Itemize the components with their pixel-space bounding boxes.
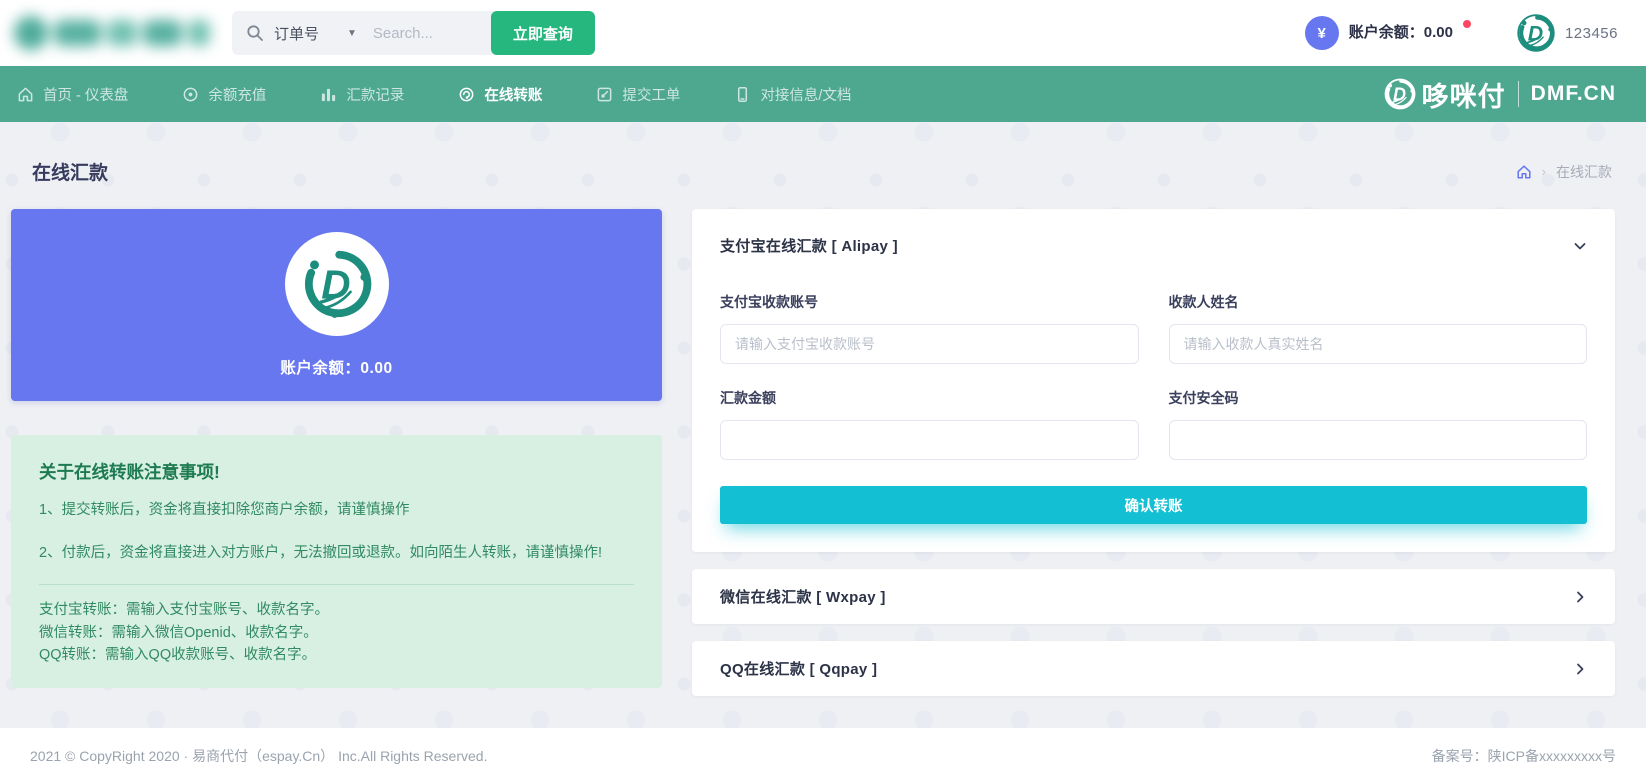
alipay-panel-title: 支付宝在线汇款 [ Alipay ] [720, 235, 898, 256]
ticket-edit-icon [596, 86, 613, 103]
brand-name-en: DMF.CN [1531, 82, 1616, 106]
brand-logo: 哆咪付 DMF.CN [1384, 66, 1616, 122]
notice-tip: 支付宝转账：需输入支付宝账号、收款名字。 [39, 599, 634, 621]
nav-item-dashboard[interactable]: 首页 - 仪表盘 [0, 66, 155, 122]
wxpay-panel-title: 微信在线汇款 [ Wxpay ] [720, 586, 886, 607]
brand-divider [1518, 81, 1519, 107]
qqpay-panel: QQ在线汇款 [ Qqpay ] [692, 641, 1615, 696]
notice-title: 关于在线转账注意事项! [39, 459, 634, 484]
chevron-down-icon: ▼ [347, 28, 357, 39]
site-logo-blurred[interactable] [14, 12, 210, 54]
qqpay-panel-title: QQ在线汇款 [ Qqpay ] [720, 658, 877, 679]
nav-item-recharge[interactable]: 余额充值 [155, 66, 293, 122]
qqpay-panel-header[interactable]: QQ在线汇款 [ Qqpay ] [692, 641, 1615, 696]
copyright-text: 2021 © CopyRight 2020 · 易商代付（espay.Cn） I… [30, 746, 487, 766]
chevron-right-icon[interactable] [1573, 590, 1587, 604]
icp-record-text: 备案号：陕ICP备xxxxxxxxx号 [1432, 746, 1616, 766]
user-menu[interactable]: 123456 [1517, 14, 1618, 52]
recharge-icon [182, 86, 199, 103]
username: 123456 [1565, 25, 1618, 42]
brand-name-cn: 哆咪付 [1422, 75, 1506, 114]
page-title: 在线汇款 [32, 158, 108, 185]
transfer-notice-card: 关于在线转账注意事项! 1、提交转账后，资金将直接扣除您商户余额，请谨慎操作 2… [11, 435, 662, 688]
nav-item-records[interactable]: 汇款记录 [293, 66, 431, 122]
docs-icon [734, 86, 751, 103]
notice-divider [39, 584, 634, 585]
notification-dot [1463, 20, 1471, 28]
balance-card: 账户余额：0.00 [11, 209, 662, 401]
breadcrumb: › 在线汇款 [1516, 162, 1612, 182]
records-chart-icon [320, 86, 337, 103]
amount-input[interactable] [720, 420, 1139, 460]
search-category-value: 订单号 [274, 23, 319, 44]
balance-card-logo [285, 232, 389, 336]
account-balance-menu[interactable]: ¥ 账户余额：0.00 [1305, 16, 1471, 50]
confirm-transfer-button[interactable]: 确认转账 [720, 486, 1587, 524]
chevron-right-icon[interactable] [1573, 662, 1587, 676]
notice-item: 1、提交转账后，资金将直接扣除您商户余额，请谨慎操作 [39, 500, 634, 521]
main-nav: 首页 - 仪表盘 余额充值 汇款记录 在线转账 提交工单 对接信息/文档 哆咪付… [0, 66, 1646, 122]
nav-item-docs[interactable]: 对接信息/文档 [707, 66, 878, 122]
field-label-security-code: 支付安全码 [1169, 388, 1588, 408]
brand-avatar-icon [1517, 14, 1555, 52]
order-search-bar: 订单号 ▼ 立即查询 [232, 11, 595, 55]
search-category-select[interactable]: 订单号 ▼ [274, 23, 373, 44]
field-label-account: 支付宝收款账号 [720, 292, 1139, 312]
balance-card-text: 账户余额：0.00 [280, 356, 392, 378]
chevron-down-icon[interactable] [1573, 239, 1587, 253]
top-header: 订单号 ▼ 立即查询 ¥ 账户余额：0.00 123456 [0, 0, 1646, 66]
query-now-button[interactable]: 立即查询 [491, 11, 595, 55]
search-input[interactable] [373, 25, 491, 42]
notice-item: 2、付款后，资金将直接进入对方账户，无法撤回或退款。如向陌生人转账，请谨慎操作! [39, 543, 634, 564]
header-balance-label: 账户余额：0.00 [1349, 16, 1453, 50]
breadcrumb-home-icon[interactable] [1516, 164, 1532, 180]
search-icon [246, 24, 264, 42]
nav-item-transfer[interactable]: 在线转账 [431, 66, 569, 122]
nav-item-ticket[interactable]: 提交工单 [569, 66, 707, 122]
alipay-panel: 支付宝在线汇款 [ Alipay ] 支付宝收款账号 收款人姓名 [692, 209, 1615, 552]
notice-tip: 微信转账：需输入微信Openid、收款名字。 [39, 622, 634, 644]
payee-name-input[interactable] [1169, 324, 1588, 364]
transfer-icon [458, 86, 475, 103]
security-code-input[interactable] [1169, 420, 1588, 460]
home-icon [17, 86, 34, 103]
header-balance-value: 0.00 [1424, 24, 1453, 41]
page-footer: 2021 © CopyRight 2020 · 易商代付（espay.Cn） I… [0, 728, 1646, 784]
breadcrumb-current: 在线汇款 [1556, 162, 1612, 182]
alipay-form: 支付宝收款账号 收款人姓名 汇款金额 支付安全码 [692, 256, 1615, 552]
wxpay-panel-header[interactable]: 微信在线汇款 [ Wxpay ] [692, 569, 1615, 624]
breadcrumb-separator: › [1542, 164, 1546, 179]
field-label-payee-name: 收款人姓名 [1169, 292, 1588, 312]
wxpay-panel: 微信在线汇款 [ Wxpay ] [692, 569, 1615, 624]
alipay-panel-header[interactable]: 支付宝在线汇款 [ Alipay ] [692, 209, 1615, 256]
yuan-icon: ¥ [1305, 16, 1339, 50]
field-label-amount: 汇款金额 [720, 388, 1139, 408]
brand-ring-icon [1384, 78, 1416, 110]
balance-card-value: 0.00 [360, 360, 392, 377]
alipay-account-input[interactable] [720, 324, 1139, 364]
notice-tip: QQ转账：需输入QQ收款账号、收款名字。 [39, 644, 634, 666]
